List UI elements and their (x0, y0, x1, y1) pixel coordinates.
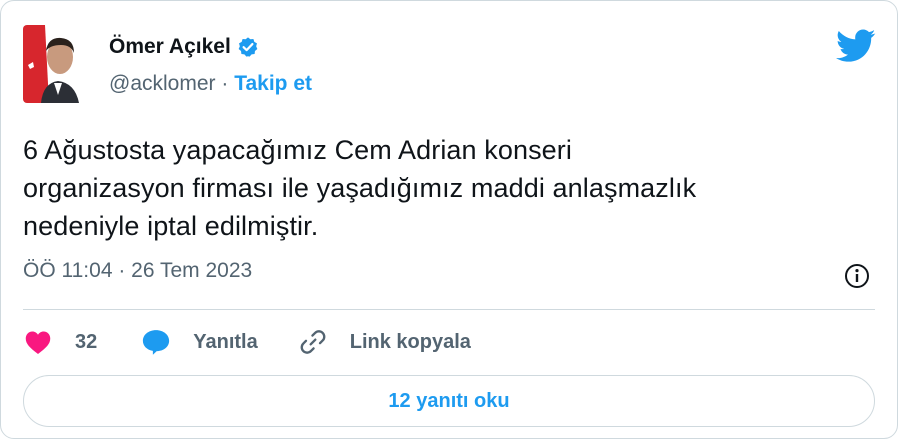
separator-dot: · (221, 72, 229, 95)
tweet-text-line: nedeniyle iptal edilmiştir. (23, 211, 319, 241)
verified-badge-icon (237, 36, 259, 58)
author-handle[interactable]: @acklomer (109, 72, 216, 95)
follow-button[interactable]: Takip et (234, 72, 312, 95)
tweet-card: Ömer Açıkel @acklomer · Takip et 6 Ağust… (0, 0, 898, 439)
tweet-text-line: organizasyon firması ile yaşadığımız mad… (23, 173, 697, 203)
copy-link-button[interactable]: Link kopyala (298, 327, 471, 357)
reply-button[interactable]: Yanıtla (141, 327, 258, 357)
twitter-bird-icon[interactable] (836, 29, 876, 63)
reply-bubble-icon (141, 327, 171, 357)
info-icon[interactable] (844, 263, 870, 289)
link-icon (298, 327, 328, 357)
action-bar: 32 Yanıtla Link kopyala (23, 326, 471, 358)
heart-icon (23, 327, 53, 357)
copy-link-label: Link kopyala (349, 330, 471, 353)
tweet-text-line: 6 Ağustosta yapacağımız Cem Adrian konse… (23, 135, 572, 165)
like-count: 32 (75, 330, 98, 353)
author-name[interactable]: Ömer Açıkel (109, 35, 231, 59)
read-replies-button[interactable]: 12 yanıtı oku (23, 375, 875, 427)
reply-label: Yanıtla (193, 330, 258, 353)
divider (23, 309, 875, 310)
author-name-row: Ömer Açıkel (109, 35, 259, 59)
author-handle-row: @acklomer · Takip et (109, 72, 312, 96)
avatar[interactable] (23, 25, 93, 103)
tweet-timestamp[interactable]: ÖÖ 11:04 · 26 Tem 2023 (23, 259, 252, 283)
tweet-text: 6 Ağustosta yapacağımız Cem Adrian konse… (23, 131, 863, 245)
like-button[interactable]: 32 (23, 327, 97, 357)
